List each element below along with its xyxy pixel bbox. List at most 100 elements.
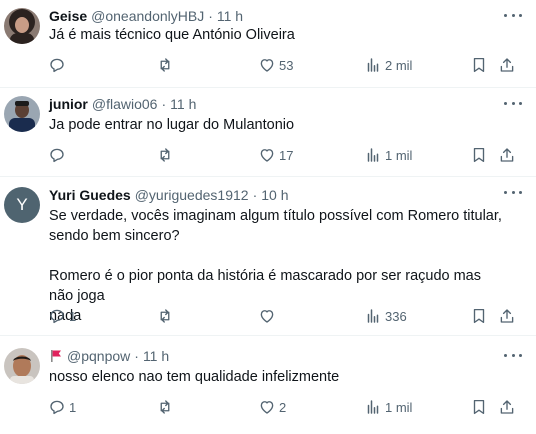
avatar[interactable] (4, 96, 40, 132)
reply-button[interactable] (48, 54, 69, 76)
reply-post[interactable]: Y Yuri Guedes @yuriguedes1912 · 10 h Se … (0, 177, 536, 336)
user-handle[interactable]: @pqnpow (67, 348, 130, 364)
post-text-line: nosso elenco nao tem qualidade infelizme… (49, 369, 340, 385)
post-header: @pqnpow · 11 h (49, 346, 169, 366)
repost-icon (160, 58, 170, 72)
repost-icon (160, 400, 170, 414)
bookmark-button[interactable] (470, 396, 488, 418)
heart-icon (260, 310, 274, 323)
more-options-icon[interactable] (504, 185, 522, 199)
bookmark-icon (473, 399, 485, 415)
share-button[interactable] (498, 305, 516, 327)
like-count: 17 (279, 147, 294, 163)
repost-icon (160, 309, 170, 323)
user-handle[interactable]: @yuriguedes1912 (135, 187, 249, 203)
post-text-line: Romero é o pior ponta da história é masc… (49, 268, 481, 304)
like-button[interactable]: 17 (258, 144, 293, 166)
reply-icon (50, 58, 64, 73)
views-button[interactable]: 1 mil (364, 396, 412, 418)
views-chart-icon (367, 309, 379, 323)
repost-button[interactable] (156, 144, 177, 166)
share-button[interactable] (498, 144, 516, 166)
post-text: Já é mais técnico que António Oliveira (49, 25, 509, 45)
more-options-icon[interactable] (504, 8, 522, 22)
avatar[interactable] (4, 8, 40, 44)
action-bar: 17 1 mil (0, 144, 536, 166)
share-icon (500, 309, 514, 323)
views-button[interactable]: 336 (364, 305, 407, 327)
display-name[interactable]: junior (49, 96, 88, 112)
reply-count: 1 (69, 399, 77, 415)
bookmark-button[interactable] (470, 144, 488, 166)
views-chart-icon (367, 148, 379, 162)
more-options-icon[interactable] (504, 96, 522, 110)
reply-button[interactable]: 1 (48, 305, 76, 327)
views-button[interactable]: 2 mil (364, 54, 412, 76)
share-icon (500, 400, 514, 414)
views-button[interactable]: 1 mil (364, 144, 412, 166)
views-chart-icon (367, 400, 379, 414)
bookmark-icon (473, 57, 485, 73)
separator-dot: · (161, 96, 167, 112)
views-chart-icon (367, 58, 379, 72)
like-count: 2 (279, 399, 287, 415)
share-icon (500, 58, 514, 72)
post-time[interactable]: 11 h (217, 8, 243, 24)
post-header: Yuri Guedes @yuriguedes1912 · 10 h (49, 185, 288, 205)
red-flag-icon (49, 349, 63, 363)
reply-icon (50, 148, 64, 163)
repost-button[interactable] (156, 54, 177, 76)
separator-dot: · (208, 8, 213, 24)
display-name[interactable]: Yuri Guedes (49, 187, 131, 203)
heart-icon (260, 401, 274, 414)
post-text-line: Já é mais técnico que António Oliveira (49, 27, 295, 43)
heart-icon (260, 149, 274, 162)
post-text: Ja pode entrar no lugar do Mulantonio (49, 115, 509, 135)
share-button[interactable] (498, 396, 516, 418)
separator-dot: · (134, 348, 139, 364)
like-button[interactable]: 53 (258, 54, 293, 76)
bookmark-button[interactable] (470, 54, 488, 76)
display-name[interactable]: Geise (49, 8, 87, 24)
action-bar: 53 2 mil (0, 54, 536, 76)
post-text-line: Se verdade, vocês imaginam algum título … (49, 208, 502, 224)
share-button[interactable] (498, 54, 516, 76)
profile-photo-woman-icon (4, 8, 40, 44)
share-icon (500, 148, 514, 162)
bookmark-icon (473, 147, 485, 163)
profile-photo-boy-icon (4, 348, 40, 384)
bookmark-button[interactable] (470, 305, 488, 327)
post-text-line: sendo bem sincero? (49, 228, 180, 244)
reply-count: 1 (69, 308, 77, 324)
views-count: 1 mil (385, 399, 413, 415)
like-button[interactable]: 2 (258, 396, 286, 418)
reply-post[interactable]: Geise @oneandonlyHBJ · 11 h Já é mais té… (0, 0, 536, 88)
reply-post[interactable]: junior @flawio06 · 11 h Ja pode entrar n… (0, 88, 536, 177)
views-count: 1 mil (385, 147, 413, 163)
views-count: 2 mil (385, 57, 413, 73)
repost-icon (160, 148, 170, 162)
reply-icon (50, 400, 64, 415)
post-header: junior @flawio06 · 11 h (49, 94, 196, 114)
avatar[interactable]: Y (4, 187, 40, 223)
action-bar: 1 2 1 mil (0, 396, 536, 418)
user-handle[interactable]: @oneandonlyHBJ (91, 8, 204, 24)
reply-button[interactable]: 1 (48, 396, 76, 418)
separator-dot: · (252, 187, 258, 203)
reply-post[interactable]: @pqnpow · 11 h nosso elenco nao tem qual… (0, 336, 536, 434)
heart-icon (260, 59, 274, 72)
reply-button[interactable] (48, 144, 69, 166)
repost-button[interactable] (156, 305, 177, 327)
user-handle[interactable]: @flawio06 (92, 96, 158, 112)
views-count: 336 (385, 308, 407, 324)
post-time[interactable]: 11 h (143, 348, 169, 364)
action-bar: 1 336 (0, 305, 536, 327)
avatar[interactable] (4, 348, 40, 384)
more-options-icon[interactable] (504, 348, 522, 362)
post-time[interactable]: 10 h (261, 187, 288, 203)
repost-button[interactable] (156, 396, 177, 418)
profile-photo-player-icon (4, 96, 40, 132)
like-button[interactable] (258, 305, 279, 327)
post-header: Geise @oneandonlyHBJ · 11 h (49, 6, 243, 26)
post-time[interactable]: 11 h (170, 96, 196, 112)
